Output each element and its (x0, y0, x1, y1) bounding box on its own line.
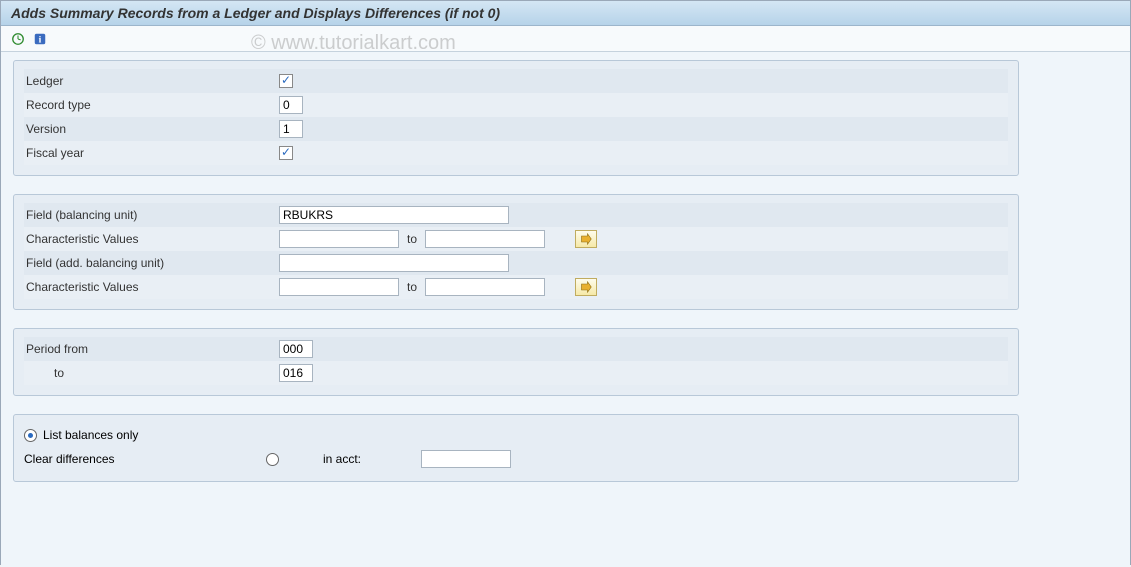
fiscal-year-label: Fiscal year (24, 146, 279, 160)
row-ledger: Ledger (24, 69, 1008, 93)
page-title: Adds Summary Records from a Ledger and D… (1, 1, 1130, 26)
field-bu-input[interactable] (279, 206, 509, 224)
list-balances-radio[interactable] (24, 429, 37, 442)
ledger-checkbox[interactable] (279, 74, 293, 88)
period-to-label: to (24, 366, 279, 380)
fiscal-year-checkbox[interactable] (279, 146, 293, 160)
row-period-from: Period from (24, 337, 1008, 361)
char-values-2-from-input[interactable] (279, 278, 399, 296)
content-area: © www.tutorialkart.com Ledger Record typ… (1, 52, 1130, 567)
clear-diff-label: Clear differences (24, 452, 115, 466)
record-type-input[interactable] (279, 96, 303, 114)
multi-select-button-2[interactable] (575, 278, 597, 296)
char-values-1-from-input[interactable] (279, 230, 399, 248)
execute-button[interactable] (9, 30, 27, 48)
char-values-2-to-input[interactable] (425, 278, 545, 296)
version-input[interactable] (279, 120, 303, 138)
char-values-2-label: Characteristic Values (24, 280, 279, 294)
row-char-values-2: Characteristic Values to (24, 275, 1008, 299)
period-from-input[interactable] (279, 340, 313, 358)
group-options: List balances only Clear differences in … (13, 414, 1019, 482)
row-version: Version (24, 117, 1008, 141)
char-values-1-to-input[interactable] (425, 230, 545, 248)
group-period: Period from to (13, 328, 1019, 396)
multi-select-button-1[interactable] (575, 230, 597, 248)
row-clear-diff: Clear differences in acct: (24, 447, 1008, 471)
field-bu-label: Field (balancing unit) (24, 208, 279, 222)
to-label-2: to (407, 280, 417, 294)
version-label: Version (24, 122, 279, 136)
to-label-1: to (407, 232, 417, 246)
info-button[interactable]: i (31, 30, 49, 48)
row-list-balances: List balances only (24, 423, 1008, 447)
field-addbu-input[interactable] (279, 254, 509, 272)
period-to-input[interactable] (279, 364, 313, 382)
row-field-addbu: Field (add. balancing unit) (24, 251, 1008, 275)
char-values-1-label: Characteristic Values (24, 232, 279, 246)
in-acct-input[interactable] (421, 450, 511, 468)
group-balancing-unit: Field (balancing unit) Characteristic Va… (13, 194, 1019, 310)
title-text: Adds Summary Records from a Ledger and D… (11, 5, 500, 21)
toolbar: i (1, 26, 1130, 52)
in-acct-label: in acct: (323, 452, 361, 466)
list-balances-label: List balances only (43, 428, 138, 442)
row-fiscal-year: Fiscal year (24, 141, 1008, 165)
period-from-label: Period from (24, 342, 279, 356)
clear-diff-radio[interactable] (266, 453, 279, 466)
record-type-label: Record type (24, 98, 279, 112)
ledger-label: Ledger (24, 74, 279, 88)
svg-text:i: i (39, 34, 42, 45)
row-field-bu: Field (balancing unit) (24, 203, 1008, 227)
row-period-to: to (24, 361, 1008, 385)
row-record-type: Record type (24, 93, 1008, 117)
row-char-values-1: Characteristic Values to (24, 227, 1008, 251)
group-ledger-params: Ledger Record type Version Fiscal year (13, 60, 1019, 176)
field-addbu-label: Field (add. balancing unit) (24, 256, 279, 270)
